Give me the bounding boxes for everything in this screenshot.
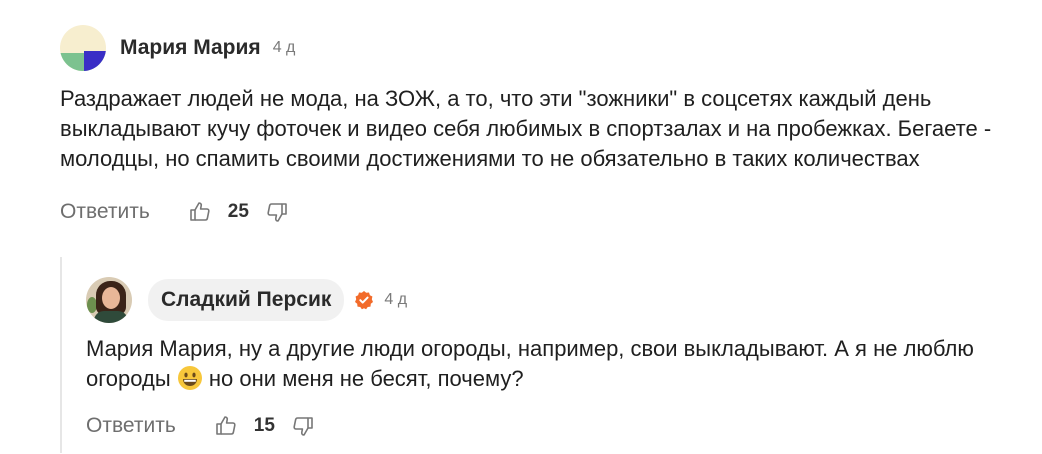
comment-text: Раздражает людей не мода, на ЗОЖ, а то, … <box>60 86 992 171</box>
reply-header: Сладкий Персик 4 д <box>86 272 1016 328</box>
like-count: 25 <box>227 201 249 222</box>
comment-header: Мария Мария 4 д <box>60 20 1020 76</box>
thumbs-down-icon[interactable] <box>291 414 315 438</box>
thumbs-up-icon[interactable] <box>188 200 212 224</box>
avatar[interactable] <box>86 277 132 323</box>
comment-actions: Ответить 25 <box>60 200 1020 224</box>
thumbs-up-icon[interactable] <box>214 414 238 438</box>
verified-badge-icon <box>354 290 374 310</box>
author-name[interactable]: Мария Мария <box>120 36 261 60</box>
thumbs-down-icon[interactable] <box>265 200 289 224</box>
reply-comment: Сладкий Персик 4 д Мария Мария, ну а дру… <box>86 272 1016 438</box>
reply-actions: Ответить 15 <box>86 414 1016 438</box>
reply-text-tail: но они меня не бесят, почему? <box>208 366 524 391</box>
like-count: 15 <box>253 415 275 436</box>
avatar[interactable] <box>60 25 106 71</box>
reply-button[interactable]: Ответить <box>86 414 176 438</box>
reply-text: Мария Мария, ну а другие люди огороды, н… <box>86 334 1016 394</box>
reply-button[interactable]: Ответить <box>60 200 150 224</box>
comment: Мария Мария 4 д Раздражает людей не мода… <box>60 20 1020 224</box>
comment-time: 4 д <box>272 39 296 56</box>
thread-line <box>60 257 62 453</box>
grinning-face-emoji-icon <box>177 365 203 391</box>
author-name[interactable]: Сладкий Персик <box>148 279 345 321</box>
reply-time: 4 д <box>384 291 408 308</box>
